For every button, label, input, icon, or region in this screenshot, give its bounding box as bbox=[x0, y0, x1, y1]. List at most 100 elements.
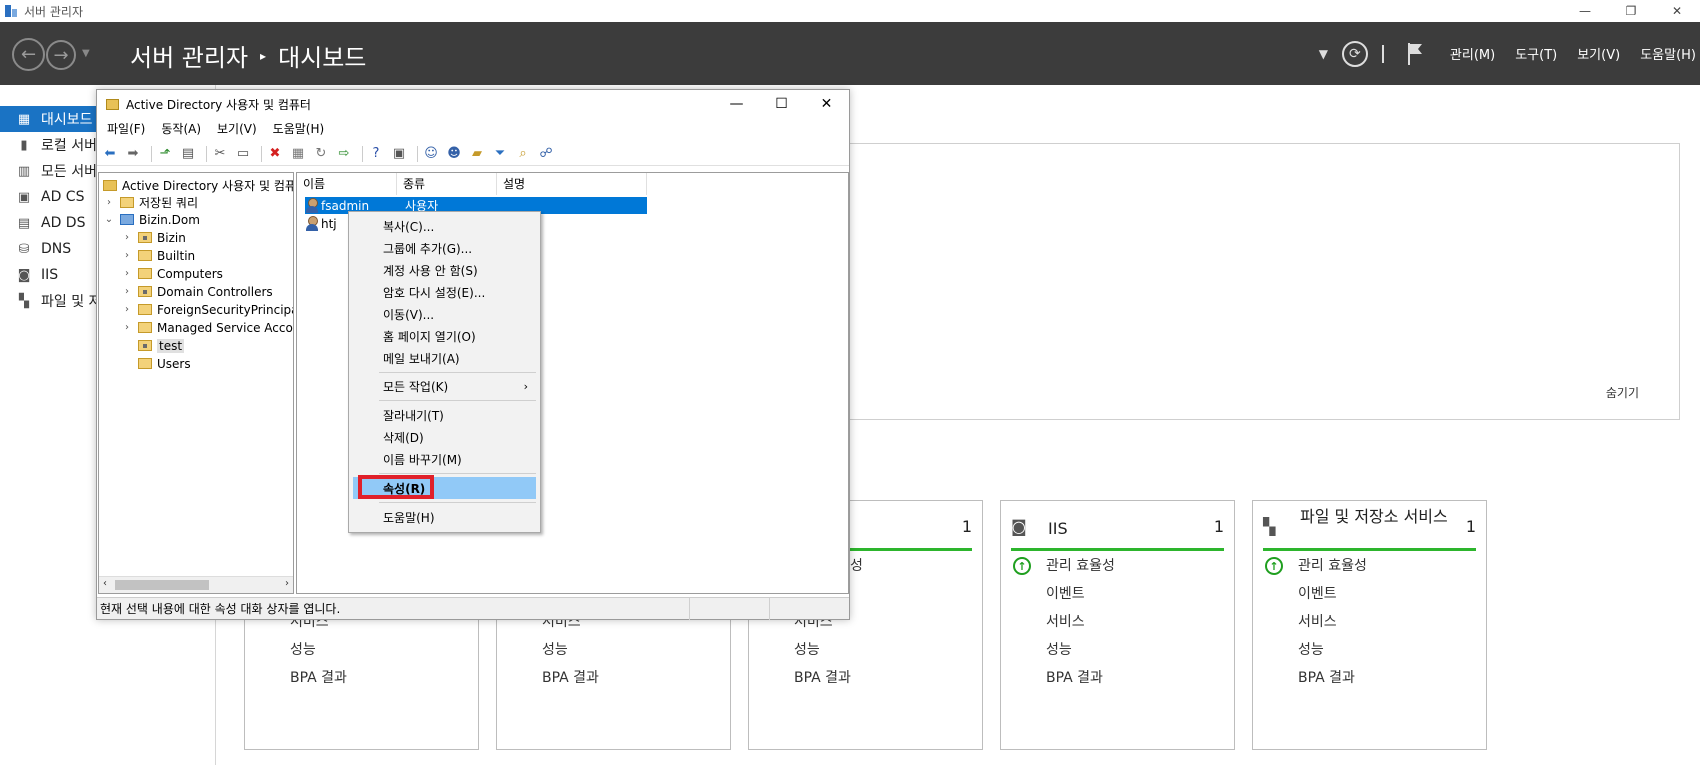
column-header-type[interactable]: 종류 bbox=[397, 173, 497, 195]
refresh-icon[interactable]: ⟳ bbox=[1341, 40, 1368, 67]
aduc-close-button[interactable]: ✕ bbox=[804, 90, 849, 118]
tile-row-performance[interactable]: 성능 bbox=[794, 639, 820, 659]
scrollbar-thumb[interactable] bbox=[115, 580, 209, 590]
menu-item-open-home-page[interactable]: 홈 페이지 열기(O) bbox=[353, 325, 536, 347]
tile-row-events[interactable]: 이벤트 bbox=[1298, 583, 1337, 603]
new-ou-icon[interactable]: ▰ bbox=[468, 145, 486, 163]
notifications-flag-icon[interactable] bbox=[1406, 42, 1424, 66]
show-action-pane-icon[interactable]: ▣ bbox=[390, 145, 408, 163]
refresh-icon[interactable]: ↻ bbox=[312, 145, 330, 163]
menu-help[interactable]: 도움말(H) bbox=[1640, 44, 1696, 63]
forward-icon[interactable]: ➡ bbox=[124, 145, 142, 163]
menu-item-disable-account[interactable]: 계정 사용 안 함(S) bbox=[353, 259, 536, 281]
aduc-maximize-button[interactable]: ☐ bbox=[759, 90, 804, 118]
back-icon[interactable]: ⬅ bbox=[101, 145, 119, 163]
tile-row-performance[interactable]: 성능 bbox=[1298, 639, 1324, 659]
tile-row-events[interactable]: 이벤트 bbox=[1046, 583, 1085, 603]
column-header-name[interactable]: 이름 bbox=[297, 173, 397, 195]
tile-row-performance[interactable]: 성능 bbox=[290, 639, 316, 659]
new-group-icon[interactable]: ☻ bbox=[445, 145, 463, 163]
collapse-icon[interactable]: ⌄ bbox=[103, 214, 115, 225]
expand-icon[interactable]: › bbox=[103, 197, 115, 208]
tile-file-storage[interactable]: ▚ 파일 및 저장소 서비스 1 ↑ 관리 효율성 이벤트 서비스 성능 BPA… bbox=[1252, 500, 1487, 750]
tree-node-managed-service-accounts[interactable]: › Managed Service Accou bbox=[121, 319, 293, 336]
delete-icon[interactable]: ✖ bbox=[266, 145, 284, 163]
export-list-icon[interactable]: ⇨ bbox=[335, 145, 353, 163]
tree-node-computers[interactable]: › Computers bbox=[121, 265, 223, 282]
tree-node-users[interactable]: Users bbox=[138, 355, 191, 372]
tree-node-builtin[interactable]: › Builtin bbox=[121, 247, 195, 264]
scroll-right-icon[interactable]: › bbox=[285, 578, 289, 589]
tile-iis[interactable]: ◙ IIS 1 ↑ 관리 효율성 이벤트 서비스 성능 BPA 결과 bbox=[1000, 500, 1235, 750]
tree-node-foreign-security-principals[interactable]: › ForeignSecurityPrincipal bbox=[121, 301, 293, 318]
tree-node-saved-queries[interactable]: › 저장된 쿼리 bbox=[103, 194, 198, 211]
menu-item-all-tasks[interactable]: 모든 작업(K) › bbox=[353, 375, 536, 397]
tile-row-bpa[interactable]: BPA 결과 bbox=[1046, 667, 1103, 687]
menu-item-copy[interactable]: 복사(C)... bbox=[353, 215, 536, 237]
scroll-left-icon[interactable]: ‹ bbox=[103, 578, 107, 589]
menu-item-help[interactable]: 도움말(H) bbox=[353, 506, 536, 528]
menu-item-send-mail[interactable]: 메일 보내기(A) bbox=[353, 347, 536, 369]
back-button[interactable]: ← bbox=[12, 38, 45, 71]
tree-node-domain-controllers[interactable]: › Domain Controllers bbox=[121, 283, 273, 300]
table-row[interactable]: htj bbox=[305, 215, 337, 232]
expand-icon[interactable]: › bbox=[121, 250, 133, 261]
up-folder-icon[interactable]: ⬏ bbox=[156, 145, 174, 163]
expand-icon[interactable]: › bbox=[121, 304, 133, 315]
tree-node-test[interactable]: test bbox=[138, 337, 185, 354]
menu-item-reset-password[interactable]: 암호 다시 설정(E)... bbox=[353, 281, 536, 303]
tile-row-manageability[interactable]: 관리 효율성 bbox=[1046, 555, 1115, 575]
menu-item-delete[interactable]: 삭제(D) bbox=[353, 426, 536, 448]
menu-file[interactable]: 파일(F) bbox=[107, 120, 145, 138]
find-icon[interactable]: ⌕ bbox=[514, 145, 532, 163]
tile-row-bpa[interactable]: BPA 결과 bbox=[1298, 667, 1355, 687]
menu-tools[interactable]: 도구(T) bbox=[1515, 44, 1557, 63]
menu-action[interactable]: 동작(A) bbox=[161, 120, 201, 138]
menu-item-add-to-group[interactable]: 그룹에 추가(G)... bbox=[353, 237, 536, 259]
hide-welcome-link[interactable]: 숨기기 bbox=[1606, 384, 1639, 401]
tree-node-domain[interactable]: ⌄ Bizin.Dom bbox=[103, 211, 200, 228]
aduc-minimize-button[interactable]: — bbox=[714, 90, 759, 118]
help-icon[interactable]: ? bbox=[367, 145, 385, 163]
close-button[interactable]: ✕ bbox=[1654, 0, 1700, 22]
add-to-group-icon[interactable]: ☍ bbox=[537, 145, 555, 163]
tile-row-performance[interactable]: 성능 bbox=[542, 639, 568, 659]
properties-icon[interactable]: ▦ bbox=[289, 145, 307, 163]
tile-row-services[interactable]: 서비스 bbox=[1298, 611, 1337, 631]
console-tree-icon[interactable]: ▤ bbox=[179, 145, 197, 163]
menu-item-rename[interactable]: 이름 바꾸기(M) bbox=[353, 448, 536, 470]
forward-button[interactable]: → bbox=[46, 40, 76, 70]
menu-manage[interactable]: 관리(M) bbox=[1450, 44, 1495, 63]
expand-icon[interactable]: › bbox=[121, 268, 133, 279]
tile-header[interactable]: ◙ IIS 1 bbox=[1011, 511, 1224, 551]
breadcrumb-root[interactable]: 서버 관리자 bbox=[130, 38, 248, 73]
expand-icon[interactable]: › bbox=[121, 232, 133, 243]
tile-row-bpa[interactable]: BPA 결과 bbox=[290, 667, 347, 687]
tile-row-services[interactable]: 서비스 bbox=[1046, 611, 1085, 631]
menu-item-move[interactable]: 이동(V)... bbox=[353, 303, 536, 325]
filter-icon[interactable]: ⏷ bbox=[491, 145, 509, 163]
history-dropdown-icon[interactable]: ▼ bbox=[82, 48, 90, 59]
menu-item-properties[interactable]: 속성(R) bbox=[353, 475, 536, 499]
tile-header[interactable]: ▚ 파일 및 저장소 서비스 1 bbox=[1263, 507, 1476, 551]
expand-icon[interactable]: › bbox=[121, 322, 133, 333]
column-header-description[interactable]: 설명 bbox=[497, 173, 647, 195]
tree-node-bizin[interactable]: › Bizin bbox=[121, 229, 186, 246]
cut-icon[interactable]: ✂ bbox=[211, 145, 229, 163]
paste-icon[interactable]: ▭ bbox=[234, 145, 252, 163]
menu-item-cut[interactable]: 잘라내기(T) bbox=[353, 404, 536, 426]
minimize-button[interactable]: — bbox=[1562, 0, 1608, 22]
expand-icon[interactable]: › bbox=[121, 286, 133, 297]
tree-root[interactable]: Active Directory 사용자 및 컴퓨터 bbox=[103, 177, 293, 194]
restore-button[interactable]: ❐ bbox=[1608, 0, 1654, 22]
menu-view[interactable]: 보기(V) bbox=[1577, 44, 1620, 63]
tree-horizontal-scrollbar[interactable]: ‹ › bbox=[99, 576, 293, 593]
new-user-icon[interactable]: ☺ bbox=[422, 145, 440, 163]
tile-row-bpa[interactable]: BPA 결과 bbox=[794, 667, 851, 687]
dropdown-arrow-icon[interactable]: ▼ bbox=[1319, 47, 1328, 61]
tile-row-manageability[interactable]: 관리 효율성 bbox=[1298, 555, 1367, 575]
tile-row-bpa[interactable]: BPA 결과 bbox=[542, 667, 599, 687]
menu-view[interactable]: 보기(V) bbox=[217, 120, 257, 138]
tile-row-performance[interactable]: 성능 bbox=[1046, 639, 1072, 659]
menu-help[interactable]: 도움말(H) bbox=[273, 120, 325, 138]
